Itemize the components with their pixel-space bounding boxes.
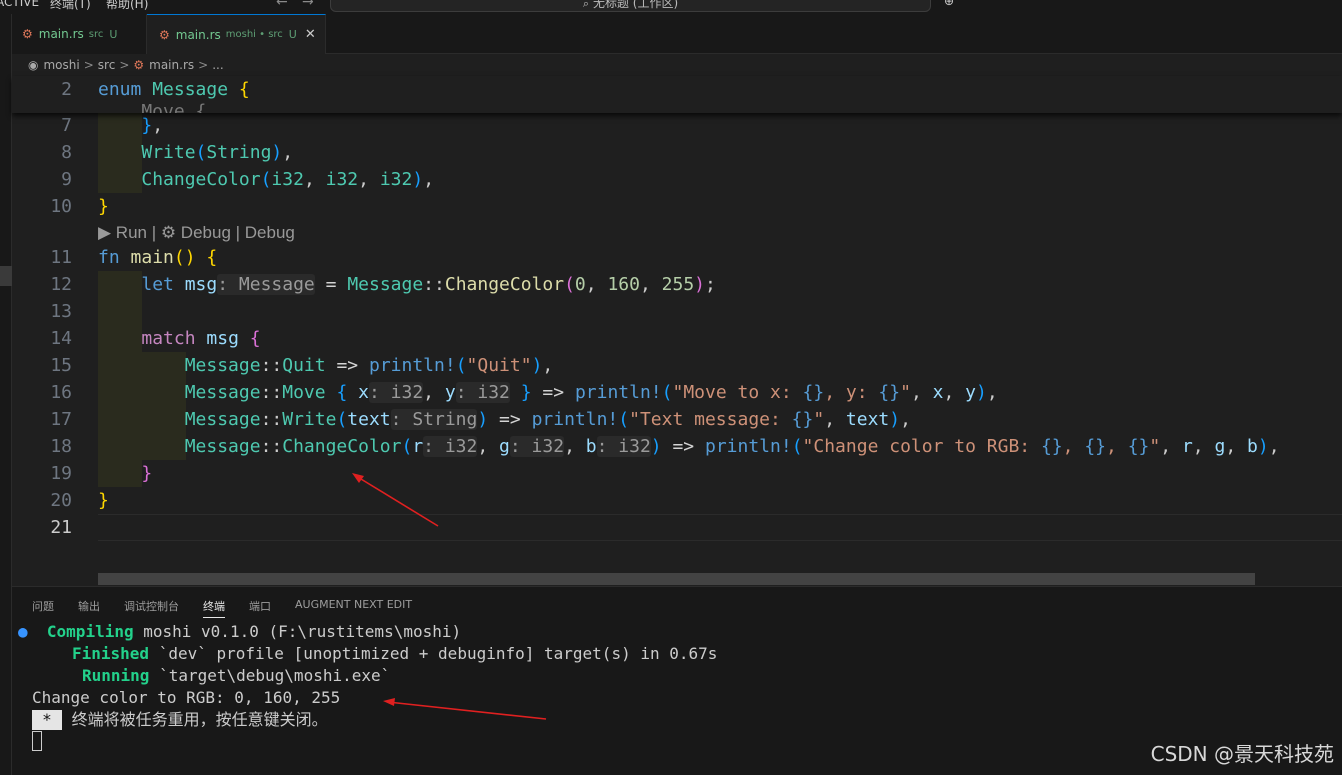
line-number: 18 bbox=[50, 436, 72, 457]
rust-file-icon: ⚙ bbox=[133, 58, 145, 72]
back-arrow-icon[interactable]: ← bbox=[276, 0, 288, 10]
terminal-cursor bbox=[32, 731, 42, 751]
code-line: } bbox=[98, 490, 109, 511]
command-center-label: 无标题 (工作区) bbox=[592, 0, 679, 10]
line-number: 15 bbox=[50, 355, 72, 376]
breadcrumb-item[interactable]: ... bbox=[212, 58, 223, 72]
tab-main-rs-src[interactable]: ⚙ main.rs src U bbox=[12, 14, 147, 54]
terminal-line: * 终端将被任务重用，按任意键关闭。 bbox=[32, 709, 328, 731]
terminal-line: ● Compiling moshi v0.1.0 (F:\rustitems\m… bbox=[18, 621, 461, 643]
code-line: } bbox=[98, 196, 109, 217]
breadcrumb-separator: > bbox=[83, 58, 94, 72]
copilot-icon[interactable]: ⊕ ˅ bbox=[944, 0, 964, 8]
current-line-highlight bbox=[98, 514, 1342, 541]
running-text: `target\debug\moshi.exe` bbox=[149, 666, 391, 685]
editor-tabs: ⚙ main.rs src U ⚙ main.rs moshi • src U … bbox=[12, 14, 1342, 54]
tab-label: main.rs bbox=[38, 27, 84, 41]
breadcrumb-item[interactable]: moshi bbox=[43, 58, 79, 72]
line-number: 19 bbox=[50, 463, 72, 484]
line-number: 8 bbox=[61, 142, 72, 163]
compiling-label: Compiling bbox=[46, 622, 134, 641]
line-number: 16 bbox=[50, 382, 72, 403]
finished-text: `dev` profile [unoptimized + debuginfo] … bbox=[149, 644, 718, 663]
tab-label: main.rs bbox=[175, 27, 221, 42]
forward-arrow-icon[interactable]: → bbox=[302, 0, 314, 10]
task-star-badge: * bbox=[32, 710, 62, 730]
line-number: 14 bbox=[50, 328, 72, 349]
task-reuse-message: 终端将被任务重用，按任意键关闭。 bbox=[62, 710, 328, 729]
tab-status: U bbox=[288, 28, 297, 41]
code-line: Message::Quit => println!("Quit"), bbox=[184, 355, 554, 376]
hidden-line-fragment: Move { bbox=[98, 101, 207, 113]
code-line: match msg { bbox=[141, 328, 261, 349]
line-number: 13 bbox=[50, 301, 72, 322]
tab-augment-next-edit[interactable]: AUGMENT NEXT EDIT bbox=[295, 598, 412, 611]
activity-indicator bbox=[0, 266, 12, 286]
search-icon: ⌕ bbox=[582, 0, 589, 10]
code-line: fn main() { bbox=[98, 247, 218, 268]
code-line: }, bbox=[141, 115, 164, 136]
finished-label: Finished bbox=[72, 644, 150, 663]
codelens-run-debug[interactable]: ▶ Run | ⚙ Debug | Debug bbox=[98, 221, 295, 245]
breadcrumb-item[interactable]: main.rs bbox=[149, 58, 194, 72]
tab-ports[interactable]: 端口 bbox=[249, 598, 271, 614]
horizontal-scrollbar[interactable] bbox=[98, 573, 1255, 585]
folder-icon: ◉ bbox=[28, 58, 39, 72]
tab-debug-console[interactable]: 调试控制台 bbox=[124, 598, 179, 614]
terminal-line: Running `target\debug\moshi.exe` bbox=[82, 665, 390, 687]
rust-file-icon: ⚙ bbox=[22, 27, 33, 41]
activity-bar bbox=[0, 14, 12, 775]
sticky-scroll[interactable]: 2 enum Message { Move { bbox=[12, 76, 1342, 113]
code-editor[interactable]: 2 enum Message { Move { 7 8 9 10 11 12 1… bbox=[12, 76, 1342, 586]
compiling-text: moshi v0.1.0 (F:\rustitems\moshi) bbox=[133, 622, 462, 641]
code-line: Message::Move { x: i32, y: i32 } => prin… bbox=[184, 382, 998, 403]
tab-status: U bbox=[109, 27, 118, 41]
code-line: Write(String), bbox=[141, 142, 294, 163]
line-number: 12 bbox=[50, 274, 72, 295]
line-number: 2 bbox=[61, 79, 72, 100]
line-number: 17 bbox=[50, 409, 72, 430]
line-number: 10 bbox=[50, 196, 72, 217]
panel-tabs: 问题 输出 调试控制台 终端 端口 AUGMENT NEXT EDIT bbox=[12, 587, 1342, 623]
code-line: Message::Write(text: String) => println!… bbox=[184, 409, 911, 430]
tab-problems[interactable]: 问题 bbox=[32, 598, 54, 614]
command-center[interactable]: ⌕ 无标题 (工作区) bbox=[330, 0, 931, 12]
terminal-line: Finished `dev` profile [unoptimized + de… bbox=[72, 643, 717, 665]
breadcrumb: ◉ moshi > src > ⚙ main.rs > ... bbox=[12, 54, 1342, 76]
line-number: 11 bbox=[50, 247, 72, 268]
tab-description: src bbox=[88, 28, 104, 40]
line-number: 7 bbox=[61, 115, 72, 136]
breadcrumb-separator: > bbox=[198, 58, 209, 72]
menu-item-partial[interactable]: ACTIVE bbox=[0, 0, 39, 9]
tab-terminal[interactable]: 终端 bbox=[203, 598, 225, 618]
close-icon[interactable]: ✕ bbox=[305, 27, 316, 42]
menu-item-help[interactable]: 帮助(H) bbox=[106, 0, 148, 12]
breadcrumb-separator: > bbox=[119, 58, 130, 72]
line-number: 20 bbox=[50, 490, 72, 511]
status-dot-icon: ● bbox=[18, 622, 28, 641]
code-line: let msg: Message = Message::ChangeColor(… bbox=[141, 274, 716, 295]
watermark: CSDN @景天科技苑 bbox=[1150, 742, 1334, 766]
title-bar: ACTIVE 终端(T) 帮助(H) ← → ⌕ 无标题 (工作区) ⊕ ˅ bbox=[0, 0, 1342, 14]
code-line: ChangeColor(i32, i32, i32), bbox=[141, 169, 435, 190]
line-number: 9 bbox=[61, 169, 72, 190]
line-number-current: 21 bbox=[50, 517, 72, 538]
running-label: Running bbox=[82, 666, 150, 685]
menu-item-terminal[interactable]: 终端(T) bbox=[50, 0, 91, 12]
bottom-panel: 问题 输出 调试控制台 终端 端口 AUGMENT NEXT EDIT ● Co… bbox=[12, 586, 1342, 775]
breadcrumb-item[interactable]: src bbox=[98, 58, 116, 72]
tab-output[interactable]: 输出 bbox=[78, 598, 100, 614]
tab-description: moshi • src bbox=[225, 29, 283, 40]
rust-file-icon: ⚙ bbox=[159, 27, 170, 42]
tab-main-rs-moshi[interactable]: ⚙ main.rs moshi • src U ✕ bbox=[147, 14, 326, 54]
code-line: Message::ChangeColor(r: i32, g: i32, b: … bbox=[184, 436, 1280, 457]
code-line: } bbox=[141, 463, 153, 484]
program-output: Change color to RGB: 0, 160, 255 bbox=[32, 688, 341, 707]
